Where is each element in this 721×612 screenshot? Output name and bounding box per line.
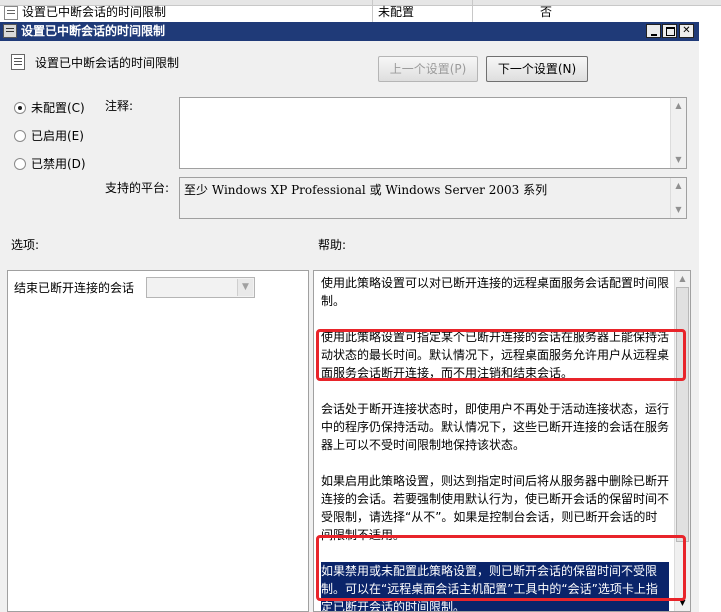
scroll-up-icon[interactable]: ▲: [672, 179, 685, 193]
chevron-down-icon[interactable]: ▼: [237, 279, 253, 296]
platform-value: 至少 Windows XP Professional 或 Windows Ser…: [184, 183, 548, 197]
list-item-name: 设置已中断会话的时间限制: [22, 5, 167, 19]
scroll-down-icon[interactable]: ▼: [672, 153, 685, 167]
previous-setting-button[interactable]: 上一个设置(P): [378, 56, 478, 82]
option-dropdown[interactable]: ▼: [146, 277, 255, 298]
platform-scrollbar[interactable]: ▲ ▼: [670, 178, 686, 218]
option-label: 结束已断开连接的会话: [14, 281, 135, 295]
list-item-comment: 否: [540, 5, 553, 19]
options-panel: 结束已断开连接的会话: [7, 270, 309, 612]
platform-field: 至少 Windows XP Professional 或 Windows Ser…: [179, 177, 687, 219]
next-setting-button[interactable]: 下一个设置(N): [486, 56, 588, 82]
highlight-box: [316, 535, 686, 601]
minimize-button[interactable]: [646, 24, 661, 38]
help-paragraph: 如果启用此策略设置，则达到指定时间后将从服务器中删除已断开连接的会话。若要强制使…: [321, 474, 670, 542]
highlight-box: [316, 329, 686, 381]
background-area: [699, 22, 721, 612]
scroll-up-icon[interactable]: ▲: [676, 272, 689, 286]
help-paragraph: 使用此策略设置可以对已断开连接的远程桌面服务会话配置时间限制。: [321, 276, 670, 308]
scroll-up-icon[interactable]: ▲: [672, 99, 685, 113]
window-titlebar[interactable]: 设置已中断会话的时间限制 ✕: [0, 22, 699, 41]
list-item-state: 未配置: [378, 5, 415, 19]
policy-list: 设置已中断会话的时间限制 未配置 否: [0, 0, 721, 23]
list-item[interactable]: 设置已中断会话的时间限制 未配置 否: [0, 5, 721, 20]
scroll-down-icon[interactable]: ▼: [672, 203, 685, 217]
radio-indicator[interactable]: [14, 102, 26, 114]
close-button[interactable]: ✕: [679, 24, 694, 38]
comment-label: 注释:: [105, 99, 134, 113]
window-icon: [3, 24, 17, 38]
radio-indicator[interactable]: [14, 158, 26, 170]
help-paragraph: 会话处于断开连接状态时，即使用户不再处于活动连接状态，运行中的程序仍保持活动。默…: [321, 402, 670, 452]
help-label: 帮助:: [318, 238, 347, 252]
radio-label: 已禁用(D): [31, 157, 86, 171]
maximize-button[interactable]: [662, 24, 677, 38]
window-title: 设置已中断会话的时间限制: [21, 24, 166, 38]
policy-setting-icon: [11, 54, 25, 70]
comment-scrollbar[interactable]: ▲ ▼: [670, 98, 686, 168]
radio-label: 已启用(E): [31, 129, 84, 143]
platform-label: 支持的平台:: [105, 181, 170, 195]
policy-icon: [4, 6, 18, 20]
radio-indicator[interactable]: [14, 130, 26, 142]
radio-label: 未配置(C): [31, 101, 85, 115]
comment-textarea[interactable]: ▲ ▼: [179, 97, 687, 169]
policy-name: 设置已中断会话的时间限制: [35, 56, 180, 70]
scrollbar-thumb[interactable]: [676, 287, 689, 542]
options-label: 选项:: [11, 238, 40, 252]
